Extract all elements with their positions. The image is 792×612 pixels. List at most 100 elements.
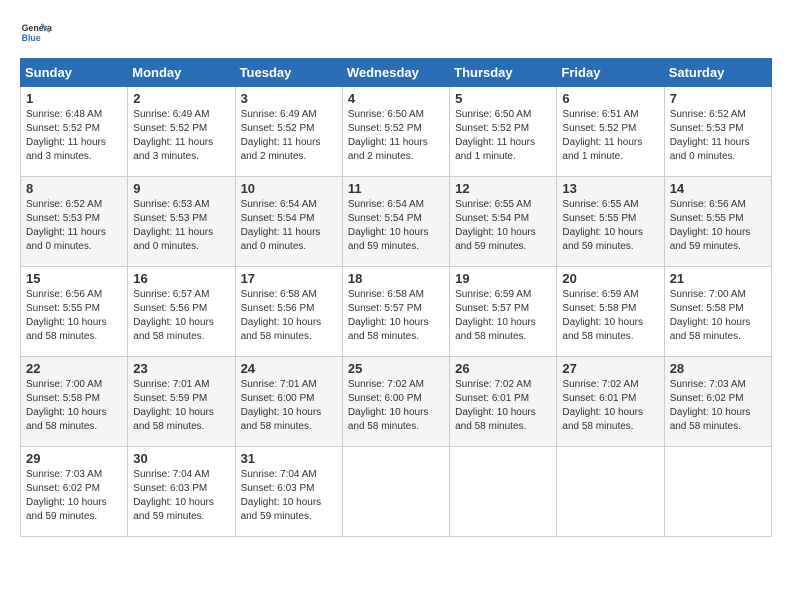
day-number: 17 xyxy=(241,271,337,286)
day-number: 19 xyxy=(455,271,551,286)
calendar-cell: 27 Sunrise: 7:02 AMSunset: 6:01 PMDayligh… xyxy=(557,357,664,447)
column-header-sunday: Sunday xyxy=(21,59,128,87)
calendar-cell: 13 Sunrise: 6:55 AMSunset: 5:55 PMDayligh… xyxy=(557,177,664,267)
day-info: Sunrise: 6:54 AMSunset: 5:54 PMDaylight:… xyxy=(348,198,444,254)
day-info: Sunrise: 6:50 AMSunset: 5:52 PMDaylight:… xyxy=(455,108,551,164)
calendar-cell xyxy=(664,447,771,537)
day-info: Sunrise: 6:55 AMSunset: 5:55 PMDaylight:… xyxy=(562,198,658,254)
calendar-cell: 19 Sunrise: 6:59 AMSunset: 5:57 PMDayligh… xyxy=(450,267,557,357)
calendar-cell: 2Sunrise: 6:49 AMSunset: 5:52 PMDaylight… xyxy=(128,87,235,177)
calendar-cell: 9 Sunrise: 6:53 AMSunset: 5:53 PMDaylight… xyxy=(128,177,235,267)
calendar-cell: 17Sunrise: 6:58 AMSunset: 5:56 PMDayligh… xyxy=(235,267,342,357)
day-info: Sunrise: 6:49 AMSunset: 5:52 PMDaylight:… xyxy=(241,108,337,164)
calendar-cell: 1 Sunrise: 6:48 AMSunset: 5:52 PMDaylight… xyxy=(21,87,128,177)
day-info: Sunrise: 7:04 AMSunset: 6:03 PMDaylight:… xyxy=(241,468,337,524)
day-info: Sunrise: 7:00 AMSunset: 5:58 PMDaylight:… xyxy=(26,378,122,434)
day-info: Sunrise: 6:57 AMSunset: 5:56 PMDaylight:… xyxy=(133,288,229,344)
day-number: 4 xyxy=(348,91,444,106)
day-info: Sunrise: 6:49 AMSunset: 5:52 PMDaylight:… xyxy=(133,108,229,164)
calendar-table: SundayMondayTuesdayWednesdayThursdayFrid… xyxy=(20,58,772,537)
calendar-cell: 26 Sunrise: 7:02 AMSunset: 6:01 PMDayligh… xyxy=(450,357,557,447)
page-header: General Blue xyxy=(20,20,772,48)
day-number: 3 xyxy=(241,91,337,106)
svg-text:Blue: Blue xyxy=(22,33,41,43)
calendar-cell: 14 Sunrise: 6:56 AMSunset: 5:55 PMDayligh… xyxy=(664,177,771,267)
calendar-cell: 29 Sunrise: 7:03 AMSunset: 6:02 PMDayligh… xyxy=(21,447,128,537)
week-row-3: 15 Sunrise: 6:56 AMSunset: 5:55 PMDayligh… xyxy=(21,267,772,357)
day-number: 1 xyxy=(26,91,122,106)
day-number: 31 xyxy=(241,451,337,466)
calendar-cell: 15 Sunrise: 6:56 AMSunset: 5:55 PMDayligh… xyxy=(21,267,128,357)
day-info: Sunrise: 6:55 AMSunset: 5:54 PMDaylight:… xyxy=(455,198,551,254)
calendar-cell: 8Sunrise: 6:52 AMSunset: 5:53 PMDaylight… xyxy=(21,177,128,267)
day-number: 18 xyxy=(348,271,444,286)
calendar-cell xyxy=(557,447,664,537)
day-info: Sunrise: 7:04 AMSunset: 6:03 PMDaylight:… xyxy=(133,468,229,524)
day-info: Sunrise: 6:59 AMSunset: 5:58 PMDaylight:… xyxy=(562,288,658,344)
day-number: 15 xyxy=(26,271,122,286)
week-row-2: 8Sunrise: 6:52 AMSunset: 5:53 PMDaylight… xyxy=(21,177,772,267)
calendar-cell xyxy=(450,447,557,537)
day-number: 10 xyxy=(241,181,337,196)
calendar-cell: 28 Sunrise: 7:03 AMSunset: 6:02 PMDayligh… xyxy=(664,357,771,447)
calendar-cell: 12 Sunrise: 6:55 AMSunset: 5:54 PMDayligh… xyxy=(450,177,557,267)
day-info: Sunrise: 6:53 AMSunset: 5:53 PMDaylight:… xyxy=(133,198,229,254)
day-number: 14 xyxy=(670,181,766,196)
calendar-cell: 22 Sunrise: 7:00 AMSunset: 5:58 PMDayligh… xyxy=(21,357,128,447)
day-info: Sunrise: 6:50 AMSunset: 5:52 PMDaylight:… xyxy=(348,108,444,164)
calendar-cell: 20Sunrise: 6:59 AMSunset: 5:58 PMDayligh… xyxy=(557,267,664,357)
day-number: 24 xyxy=(241,361,337,376)
column-header-tuesday: Tuesday xyxy=(235,59,342,87)
day-info: Sunrise: 7:01 AMSunset: 5:59 PMDaylight:… xyxy=(133,378,229,434)
calendar-cell: 11 Sunrise: 6:54 AMSunset: 5:54 PMDayligh… xyxy=(342,177,449,267)
day-number: 29 xyxy=(26,451,122,466)
day-info: Sunrise: 7:03 AMSunset: 6:02 PMDaylight:… xyxy=(26,468,122,524)
day-info: Sunrise: 6:52 AMSunset: 5:53 PMDaylight:… xyxy=(670,108,766,164)
calendar-cell: 31 Sunrise: 7:04 AMSunset: 6:03 PMDayligh… xyxy=(235,447,342,537)
day-number: 26 xyxy=(455,361,551,376)
week-row-4: 22 Sunrise: 7:00 AMSunset: 5:58 PMDayligh… xyxy=(21,357,772,447)
calendar-cell: 30Sunrise: 7:04 AMSunset: 6:03 PMDayligh… xyxy=(128,447,235,537)
day-info: Sunrise: 7:03 AMSunset: 6:02 PMDaylight:… xyxy=(670,378,766,434)
day-info: Sunrise: 6:56 AMSunset: 5:55 PMDaylight:… xyxy=(26,288,122,344)
calendar-cell: 6Sunrise: 6:51 AMSunset: 5:52 PMDaylight… xyxy=(557,87,664,177)
calendar-cell: 23 Sunrise: 7:01 AMSunset: 5:59 PMDayligh… xyxy=(128,357,235,447)
day-info: Sunrise: 6:48 AMSunset: 5:52 PMDaylight:… xyxy=(26,108,122,164)
day-number: 8 xyxy=(26,181,122,196)
logo: General Blue xyxy=(20,20,52,48)
day-number: 23 xyxy=(133,361,229,376)
day-info: Sunrise: 7:02 AMSunset: 6:01 PMDaylight:… xyxy=(562,378,658,434)
day-info: Sunrise: 6:56 AMSunset: 5:55 PMDaylight:… xyxy=(670,198,766,254)
day-number: 5 xyxy=(455,91,551,106)
column-header-monday: Monday xyxy=(128,59,235,87)
day-info: Sunrise: 7:02 AMSunset: 6:00 PMDaylight:… xyxy=(348,378,444,434)
day-number: 16 xyxy=(133,271,229,286)
calendar-cell: 16 Sunrise: 6:57 AMSunset: 5:56 PMDayligh… xyxy=(128,267,235,357)
day-number: 22 xyxy=(26,361,122,376)
column-header-wednesday: Wednesday xyxy=(342,59,449,87)
calendar-cell: 25 Sunrise: 7:02 AMSunset: 6:00 PMDayligh… xyxy=(342,357,449,447)
calendar-cell xyxy=(342,447,449,537)
day-number: 7 xyxy=(670,91,766,106)
calendar-cell: 24 Sunrise: 7:01 AMSunset: 6:00 PMDayligh… xyxy=(235,357,342,447)
day-number: 25 xyxy=(348,361,444,376)
day-info: Sunrise: 6:59 AMSunset: 5:57 PMDaylight:… xyxy=(455,288,551,344)
day-info: Sunrise: 7:01 AMSunset: 6:00 PMDaylight:… xyxy=(241,378,337,434)
day-info: Sunrise: 7:02 AMSunset: 6:01 PMDaylight:… xyxy=(455,378,551,434)
calendar-cell: 10Sunrise: 6:54 AMSunset: 5:54 PMDayligh… xyxy=(235,177,342,267)
day-info: Sunrise: 6:51 AMSunset: 5:52 PMDaylight:… xyxy=(562,108,658,164)
day-number: 9 xyxy=(133,181,229,196)
day-number: 11 xyxy=(348,181,444,196)
week-row-1: 1 Sunrise: 6:48 AMSunset: 5:52 PMDaylight… xyxy=(21,87,772,177)
calendar-cell: 7 Sunrise: 6:52 AMSunset: 5:53 PMDaylight… xyxy=(664,87,771,177)
calendar-cell: 4 Sunrise: 6:50 AMSunset: 5:52 PMDaylight… xyxy=(342,87,449,177)
svg-text:General: General xyxy=(22,23,52,33)
header-row: SundayMondayTuesdayWednesdayThursdayFrid… xyxy=(21,59,772,87)
column-header-thursday: Thursday xyxy=(450,59,557,87)
day-number: 12 xyxy=(455,181,551,196)
day-number: 28 xyxy=(670,361,766,376)
calendar-cell: 18Sunrise: 6:58 AMSunset: 5:57 PMDayligh… xyxy=(342,267,449,357)
day-number: 13 xyxy=(562,181,658,196)
column-header-friday: Friday xyxy=(557,59,664,87)
day-number: 27 xyxy=(562,361,658,376)
